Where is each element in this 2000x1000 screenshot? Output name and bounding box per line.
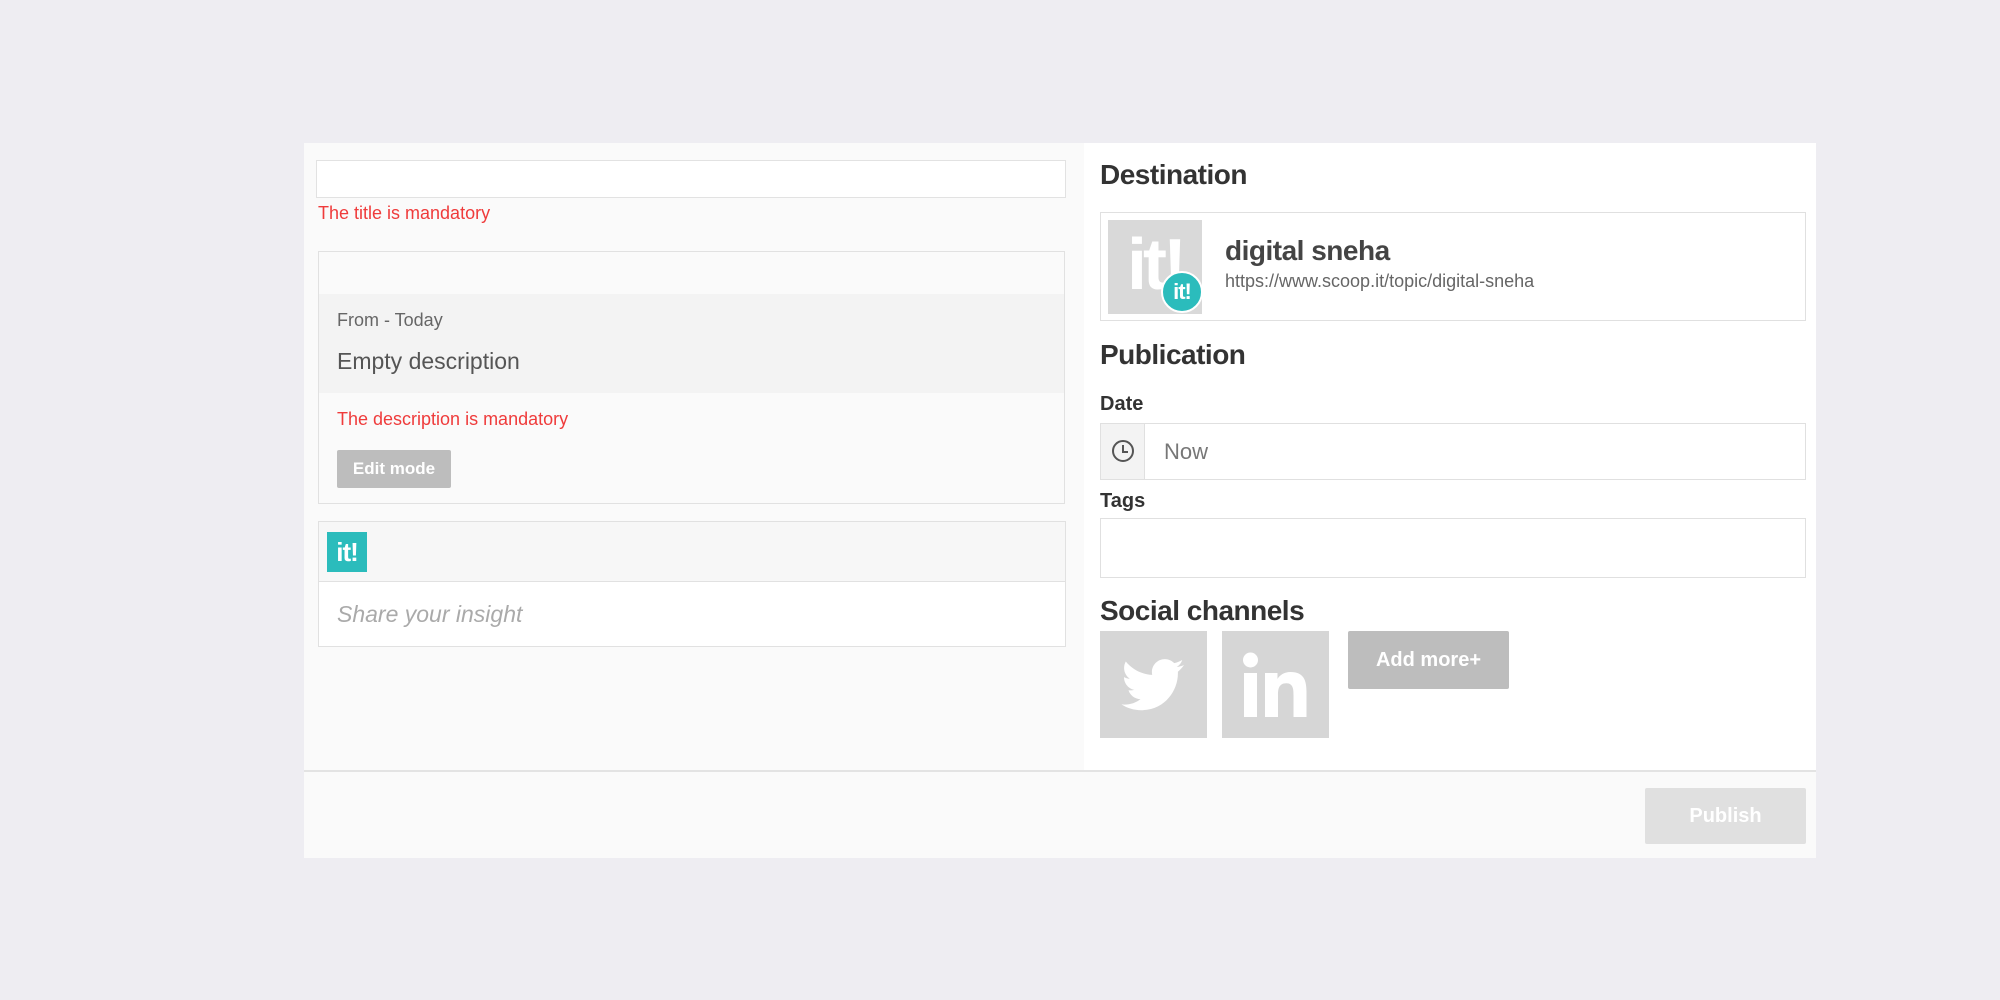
title-input[interactable] [316,160,1066,198]
description-source: From - Today [337,310,443,330]
scoopit-badge-icon: it! [1161,271,1203,313]
insight-header: it! [319,522,1065,582]
title-error: The title is mandatory [318,203,491,223]
date-field [1100,423,1806,480]
insight-box: it! [318,521,1066,647]
linkedin-icon [1243,652,1307,717]
description-box: From - Today Empty description The descr… [318,251,1065,504]
curate-post-dialog: The title is mandatory From - Today Empt… [304,143,1816,858]
publication-heading: Publication [1100,339,1246,370]
description-error: The description is mandatory [337,409,569,429]
date-label: Date [1100,393,1144,415]
twitter-icon [1121,659,1184,711]
destination-card[interactable]: it! it! digital sneha https://www.scoop.… [1100,212,1806,321]
tags-input[interactable] [1100,518,1806,578]
insight-input[interactable] [319,583,1065,645]
clock-button[interactable] [1101,424,1145,479]
scoopit-logo-icon: it! [327,532,367,572]
tags-label: Tags [1100,490,1146,512]
edit-mode-button[interactable]: Edit mode [337,450,451,488]
dialog-footer: Publish [304,770,1816,858]
topic-url: https://www.scoop.it/topic/digital-sneha [1225,271,1535,291]
description-text: Empty description [337,348,520,374]
topic-name: digital sneha [1225,235,1390,266]
add-more-channels-button[interactable]: Add more+ [1348,631,1509,689]
clock-icon [1112,440,1134,462]
twitter-channel-button[interactable] [1100,631,1207,738]
linkedin-channel-button[interactable] [1222,631,1329,738]
social-channels-heading: Social channels [1100,595,1305,626]
destination-heading: Destination [1100,159,1247,190]
publish-button[interactable]: Publish [1645,788,1806,844]
settings-pane: Destination it! it! digital sneha https:… [1084,143,1816,770]
date-input[interactable] [1146,424,1805,479]
editor-pane: The title is mandatory From - Today Empt… [304,143,1084,770]
description-content[interactable]: From - Today Empty description [319,294,1064,393]
